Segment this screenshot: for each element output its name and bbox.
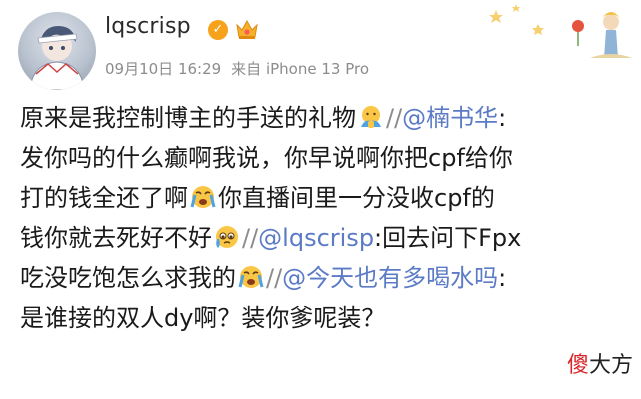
post-text: 发你吗的什么癫啊我说，你早说啊你把cpf给你 (20, 144, 513, 172)
post-text: 你直播间里一分没收cpf的 (218, 184, 495, 212)
post-text: : (498, 104, 507, 132)
post-line: 吃没吃饱怎么求我的 //@今天也有多喝水吗: (20, 258, 632, 298)
post-date: 09月10日 16:29 (105, 60, 222, 78)
crying-emoji (238, 266, 264, 288)
post-text: : (498, 264, 507, 292)
crown-icon (236, 19, 258, 39)
mention-link[interactable]: @今天也有多喝水吗 (282, 264, 498, 292)
post-text: :回去问下Fpx (374, 224, 522, 252)
verified-icon: ✓ (208, 20, 228, 40)
mention-link[interactable]: @楠书华 (402, 104, 498, 132)
watermark-text: 大方 (588, 353, 633, 378)
post-line: 发你吗的什么癫啊我说，你早说啊你把cpf给你 (20, 138, 632, 178)
repost-separator: // (266, 264, 283, 292)
mention-link[interactable]: @lqscrisp (258, 224, 374, 252)
post-source: 来自 iPhone 13 Pro (231, 60, 369, 78)
post-text: 打的钱全还了啊 (20, 184, 188, 212)
avatar[interactable] (18, 12, 96, 90)
post-text: 是谁接的双人dy啊？装你爹呢装？ (20, 304, 386, 332)
watermark-accent: 傻 (566, 353, 589, 378)
post-line: 钱你就去死好不好 //@lqscrisp:回去问下Fpx (20, 218, 632, 258)
repost-separator: // (386, 104, 403, 132)
post-line: 原来是我控制博主的手送的礼物 //@楠书华: (20, 98, 632, 138)
post-line: 是谁接的双人dy啊？装你爹呢装？ (20, 298, 632, 338)
card-decoration (489, 4, 632, 58)
post-body: 原来是我控制博主的手送的礼物//@楠书华: 发你吗的什么癫啊我说，你早说啊你把c… (20, 98, 632, 338)
post-text: 吃没吃饱怎么求我的 (20, 264, 236, 292)
post-text: 原来是我控制博主的手送的礼物 (20, 104, 356, 132)
post-header: lqscrisp ✓ 09月10日 16:29 来自 iPhone 13 Pro (0, 0, 641, 92)
post-meta: 09月10日 16:29 来自 iPhone 13 Pro (105, 58, 379, 79)
author-name[interactable]: lqscrisp (105, 14, 191, 39)
post-line: 打的钱全还了啊 你直播间里一分没收cpf的 (20, 178, 632, 218)
repost-separator: // (242, 224, 259, 252)
crying-emoji (190, 186, 216, 208)
post-text: 钱你就去死好不好 (20, 224, 212, 252)
watermark: 傻大方 (566, 347, 633, 379)
hand-emoji (361, 106, 381, 128)
pleading-emoji (216, 226, 238, 248)
